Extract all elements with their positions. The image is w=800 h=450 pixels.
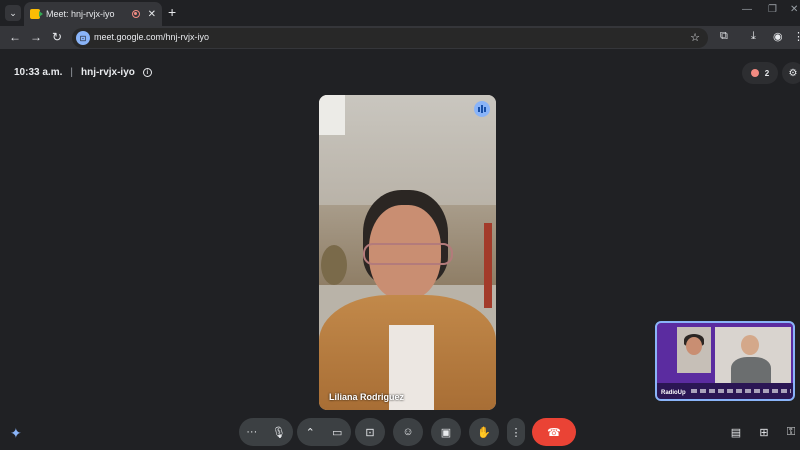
star-icon[interactable]: ☆ xyxy=(690,31,700,44)
new-tab-button[interactable]: + xyxy=(168,4,176,20)
camera-icon[interactable]: ▭ xyxy=(332,426,342,439)
tab-search-button[interactable]: ⌄ xyxy=(5,5,21,21)
meeting-code: hnj-rvjx-iyo xyxy=(80,67,135,78)
reload-icon[interactable]: ↻ xyxy=(52,30,62,44)
recording-icon xyxy=(131,10,140,18)
participant-name: Liliana Rodriguez xyxy=(329,392,405,402)
present-icon[interactable]: ⊡ xyxy=(355,418,385,446)
pip-left-face xyxy=(686,337,702,355)
meeting-details: 10:33 a.m. | hnj-rvjx-iyo i xyxy=(14,67,152,78)
speaking-icon xyxy=(474,101,490,117)
video-flag xyxy=(484,223,492,308)
browser-tab[interactable]: Meet: hnj-rvjx-iyo ✕ xyxy=(24,2,162,26)
captions-icon[interactable]: ▣ xyxy=(431,418,461,446)
address-toolbar: ← → ↻ ⊡ meet.google.com/hnj-rvjx-iyo ☆ xyxy=(0,26,800,50)
tab-title: Meet: hnj-rvjx-iyo xyxy=(46,9,115,19)
more-options-icon[interactable]: ⋮ xyxy=(507,418,525,446)
raise-hand-icon[interactable]: ✋ xyxy=(469,418,499,446)
camera-group[interactable]: ⌃ ▭ xyxy=(297,418,351,446)
tab-close-icon[interactable]: ✕ xyxy=(148,9,156,20)
mic-group[interactable]: ··· 🎙 xyxy=(239,418,293,446)
video-window xyxy=(319,95,345,135)
minimize-icon[interactable]: — xyxy=(742,4,752,15)
meeting-separator: | xyxy=(70,67,73,78)
participant-count: 2 xyxy=(764,68,770,78)
pip-right-face xyxy=(741,335,759,355)
close-window-icon[interactable]: ✕ xyxy=(790,4,798,15)
activities-icon[interactable]: ⊞ xyxy=(754,418,774,446)
self-view-tile[interactable]: RadioUp xyxy=(655,321,795,401)
people-icon xyxy=(750,69,759,77)
control-bar: ··· 🎙 ⌃ ▭ ⊡ ☺ ▣ ✋ ⋮ ☎ ▤ ⊞ ⚿ xyxy=(0,418,800,450)
people-button[interactable]: 2 xyxy=(742,62,778,84)
meet-favicon-icon xyxy=(30,9,43,19)
video-globe xyxy=(321,245,347,285)
address-bar[interactable]: ⊡ meet.google.com/hnj-rvjx-iyo ☆ xyxy=(72,28,708,48)
end-call-icon[interactable]: ☎ xyxy=(532,418,576,446)
forward-icon[interactable]: → xyxy=(30,30,42,44)
profile-icon[interactable]: ◉ xyxy=(773,30,783,43)
meet-url-icon[interactable]: ⊡ xyxy=(76,31,90,45)
meeting-time: 10:33 a.m. xyxy=(14,67,63,78)
tab-bar: ⌄ Meet: hnj-rvjx-iyo ✕ + — ❐ ✕ xyxy=(0,0,800,26)
pip-ticker xyxy=(691,389,791,393)
extensions-icon[interactable]: ⧉ xyxy=(720,30,728,43)
audio-options-button[interactable]: ··· xyxy=(246,426,257,438)
meet-stage: 10:33 a.m. | hnj-rvjx-iyo i 2 ⚙ Liliana … xyxy=(0,50,800,450)
lock-icon[interactable]: ⚿ xyxy=(782,418,800,446)
maximize-icon[interactable]: ❐ xyxy=(768,4,777,15)
url-text[interactable]: meet.google.com/hnj-rvjx-iyo xyxy=(94,32,209,42)
main-video-tile[interactable]: Liliana Rodriguez xyxy=(319,95,496,410)
more-vert-icon[interactable]: ⋮ xyxy=(793,30,800,43)
download-icon[interactable]: ⤓ xyxy=(751,30,756,43)
info-icon[interactable]: i xyxy=(142,68,152,77)
chevron-up-icon[interactable]: ⌃ xyxy=(306,426,315,439)
pip-right-body xyxy=(731,357,771,385)
microphone-icon[interactable]: 🎙 xyxy=(272,426,286,439)
person-glasses xyxy=(363,243,453,265)
chat-icon[interactable]: ▤ xyxy=(726,418,746,446)
pip-label: RadioUp xyxy=(661,390,686,396)
emoji-icon[interactable]: ☺ xyxy=(393,418,423,446)
host-controls-icon[interactable]: ⚙ xyxy=(782,62,800,84)
back-icon[interactable]: ← xyxy=(9,30,21,44)
